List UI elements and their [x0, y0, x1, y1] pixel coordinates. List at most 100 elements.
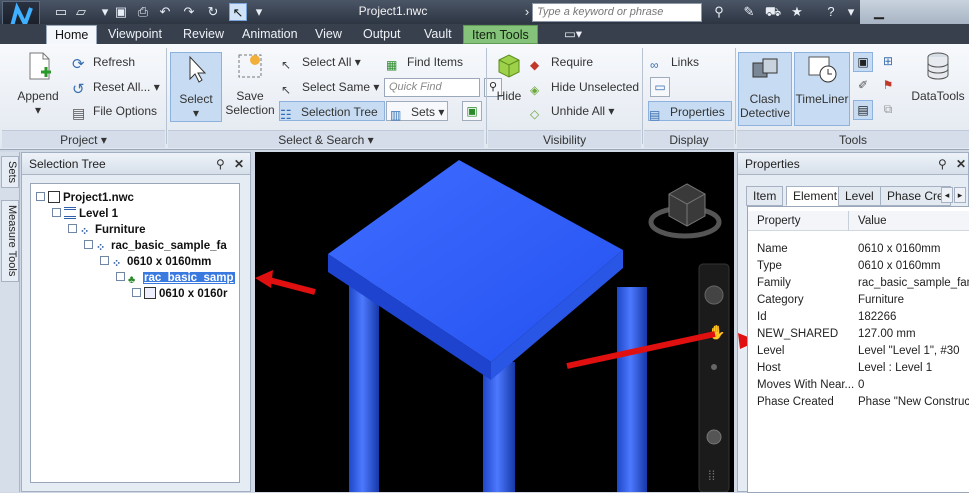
collapse-icon[interactable] — [68, 224, 77, 233]
tab-item-tools[interactable]: Item Tools — [463, 25, 538, 44]
undo-icon[interactable]: ↶ — [156, 3, 174, 21]
property-row[interactable]: Family rac_basic_sample_fam — [748, 275, 969, 292]
tab-element[interactable]: Element — [786, 186, 845, 206]
new-file-icon[interactable]: ▭ — [52, 3, 70, 21]
scripter-icon[interactable]: ✐ — [853, 76, 873, 96]
property-row[interactable]: Phase Created Phase "New Construct — [748, 394, 969, 411]
tree-node-geometry[interactable]: 0610 x 0160r — [132, 286, 227, 302]
project-panel-label[interactable]: Project ▾ — [2, 130, 165, 148]
batch-utility-icon[interactable]: ▤ — [853, 100, 873, 120]
close-icon[interactable]: ✕ — [234, 157, 244, 171]
minimize-icon[interactable]: ▁ — [870, 3, 888, 21]
tab-level[interactable]: Level — [838, 186, 881, 206]
side-tab-sets[interactable]: Sets — [1, 156, 19, 188]
walk-footprints-icon[interactable]: ⁞⁞ — [708, 468, 715, 483]
tree-node-project[interactable]: Project1.nwc — [36, 190, 134, 206]
unhide-all-button[interactable]: ◇ Unhide All ▾ — [530, 101, 614, 121]
manage-sets-icon[interactable]: ▣ — [462, 101, 482, 121]
orbit-icon[interactable] — [706, 429, 722, 445]
collapse-icon[interactable] — [36, 192, 45, 201]
links-button[interactable]: ∞ Links — [650, 52, 699, 72]
sets-button[interactable]: ▥ Sets ▾ — [386, 101, 449, 122]
open-folder-icon[interactable]: ▱ — [72, 3, 90, 21]
expand-icon[interactable] — [132, 288, 141, 297]
select-all-button[interactable]: ↖ Select All ▾ — [281, 52, 361, 72]
pin-icon[interactable]: ⚲ — [938, 157, 947, 171]
animator-icon[interactable]: ⊞ — [878, 52, 898, 72]
reset-all-button[interactable]: ↺ Reset All... ▾ — [72, 77, 160, 98]
redo-icon[interactable]: ↷ — [180, 3, 198, 21]
property-row[interactable]: Name 0610 x 0160mm — [748, 241, 969, 258]
quick-find-input[interactable]: Quick Find — [384, 78, 480, 97]
star-icon[interactable]: ★ — [788, 3, 806, 21]
datatools-button[interactable]: DataTools — [910, 50, 966, 103]
tree-node-instance-selected[interactable]: ♣ rac_basic_samp — [116, 270, 235, 286]
side-tab-measure-tools[interactable]: Measure Tools — [1, 200, 19, 282]
property-column-header[interactable]: Property — [757, 211, 800, 231]
table-leg[interactable] — [617, 287, 647, 492]
property-row[interactable]: Moves With Near... 0 — [748, 377, 969, 394]
help-icon[interactable]: ? — [822, 3, 840, 21]
property-row[interactable]: Host Level : Level 1 — [748, 360, 969, 377]
qat-menu-icon[interactable]: ▾ — [250, 3, 268, 21]
table-leg[interactable] — [349, 282, 379, 492]
require-button[interactable]: ◆ Require — [530, 52, 593, 72]
presenter-icon[interactable]: ▣ — [853, 52, 873, 72]
tools-icon[interactable]: ✎ — [740, 3, 758, 21]
tab-scroll-left-icon[interactable]: ◂ — [941, 187, 953, 203]
table-leg[interactable] — [483, 362, 515, 492]
print-icon[interactable]: ⎙ — [134, 3, 152, 21]
collapse-icon[interactable] — [84, 240, 93, 249]
tree-node-type[interactable]: ⁘ 0610 x 0160mm — [100, 254, 211, 270]
select-cursor-icon[interactable]: ↖ — [229, 3, 247, 21]
quick-properties-icon[interactable]: ▭ — [650, 77, 670, 97]
ribbon-options-icon[interactable]: ▭▾ — [556, 25, 590, 44]
collapse-icon[interactable] — [116, 272, 125, 281]
tree-node-category[interactable]: ⁘ Furniture — [68, 222, 145, 238]
find-items-button[interactable]: ▦ Find Items — [386, 52, 463, 72]
help-dropdown-icon[interactable]: ▾ — [842, 3, 860, 21]
tab-vault[interactable]: Vault — [416, 25, 460, 44]
pin-icon[interactable]: ⚲ — [216, 157, 225, 171]
refresh-icon[interactable]: ↻ — [204, 3, 222, 21]
steering-wheel-icon[interactable] — [704, 285, 724, 305]
file-options-button[interactable]: ▤ File Options — [72, 101, 157, 121]
tab-item[interactable]: Item — [746, 186, 784, 206]
tab-scroll-right-icon[interactable]: ▸ — [954, 187, 966, 203]
property-row[interactable]: Level Level "Level 1", #30 — [748, 343, 969, 360]
select-search-panel-label[interactable]: Select & Search ▾ — [168, 130, 484, 148]
select-same-button[interactable]: ↖ Select Same ▾ — [281, 77, 379, 97]
tab-view[interactable]: View — [307, 25, 350, 44]
viewcube[interactable] — [648, 183, 722, 239]
property-row[interactable]: NEW_SHARED 127.00 mm — [748, 326, 969, 343]
clash-detective-button[interactable]: Clash Detective — [738, 52, 792, 126]
select-button[interactable]: Select ▾ — [170, 52, 222, 122]
property-row[interactable]: Category Furniture — [748, 292, 969, 309]
zoom-icon[interactable] — [711, 364, 717, 370]
tab-output[interactable]: Output — [355, 25, 409, 44]
hide-unselected-button[interactable]: ◈ Hide Unselected — [530, 77, 639, 97]
append-button[interactable]: Append ▾ — [10, 50, 66, 117]
tree-node-family[interactable]: ⁘ rac_basic_sample_fa — [84, 238, 227, 254]
collapse-icon[interactable] — [52, 208, 61, 217]
refresh-button[interactable]: ⟳ Refresh — [72, 52, 135, 73]
tree-node-level[interactable]: Level 1 — [52, 206, 118, 222]
3d-viewport[interactable]: ✋ ⁞⁞ — [255, 152, 734, 492]
collapse-icon[interactable] — [100, 256, 109, 265]
value-column-header[interactable]: Value — [858, 211, 887, 231]
properties-button[interactable]: ▤ Properties — [648, 101, 732, 122]
appearance-profiler-icon[interactable]: ⚑ — [878, 76, 898, 96]
save-icon[interactable]: ▣ — [112, 3, 130, 21]
binoculars-icon[interactable]: ⚲ — [710, 3, 728, 21]
save-selection-button[interactable]: Save Selection — [224, 50, 276, 117]
cart-icon[interactable]: ⛟ — [764, 3, 782, 21]
property-row[interactable]: Id 182266 — [748, 309, 969, 326]
hide-button[interactable]: Hide — [490, 50, 528, 103]
selection-tree-button[interactable]: ☷ Selection Tree — [279, 101, 385, 122]
help-search-input[interactable]: Type a keyword or phrase — [532, 3, 702, 22]
property-row[interactable]: Type 0610 x 0160mm — [748, 258, 969, 275]
timeliner-button[interactable]: TimeLiner — [794, 52, 850, 126]
compare-icon[interactable]: ⧉ — [878, 100, 898, 120]
tab-home[interactable]: Home — [46, 25, 98, 44]
close-icon[interactable]: ✕ — [956, 157, 966, 171]
